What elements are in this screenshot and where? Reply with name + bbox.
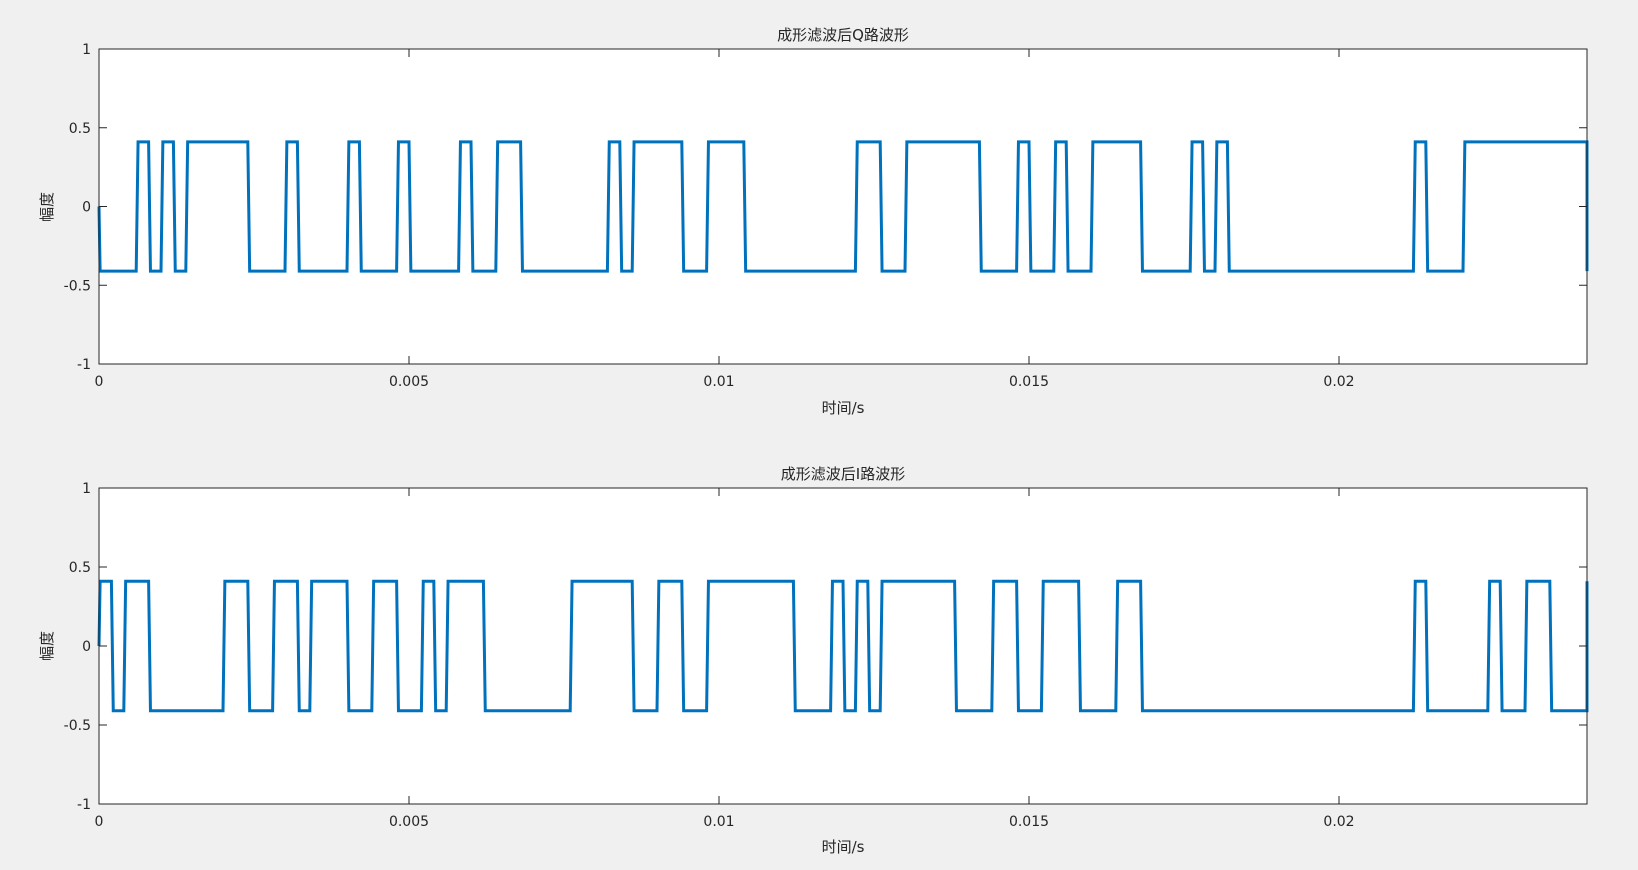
y-tick-label: 0	[82, 200, 91, 216]
x-axis-label: 时间/s	[822, 399, 865, 417]
y-tick-label: 0.5	[69, 121, 91, 137]
x-axis-label: 时间/s	[822, 838, 865, 856]
x-tick-label: 0.005	[389, 814, 429, 830]
y-tick-label: -0.5	[64, 718, 91, 734]
x-tick-label: 0.02	[1323, 814, 1354, 830]
figure: 成形滤波后Q路波形 时间/s 幅度 0 0.005 0.01 0.015 0.02 -1 -…	[38, 26, 1589, 856]
chart-title: 成形滤波后Q路波形	[777, 26, 909, 44]
y-tick-label: -1	[77, 357, 91, 373]
x-tick-label: 0.01	[703, 374, 734, 390]
subplot-q: 成形滤波后Q路波形 时间/s 幅度 0 0.005 0.01 0.015 0.02 -1 -…	[38, 26, 1589, 417]
y-axis-label: 幅度	[38, 631, 56, 661]
x-tick-label: 0.015	[1009, 814, 1049, 830]
y-tick-label: 0.5	[69, 560, 91, 576]
x-tick-label: 0.015	[1009, 374, 1049, 390]
y-tick-label: 1	[82, 42, 91, 58]
x-tick-label: 0	[95, 374, 104, 390]
x-tick-label: 0.005	[389, 374, 429, 390]
chart-title: 成形滤波后I路波形	[781, 465, 905, 483]
x-tick-label: 0	[95, 814, 104, 830]
axes-background	[99, 49, 1587, 364]
y-axis-label: 幅度	[38, 192, 56, 222]
y-tick-label: 1	[82, 481, 91, 497]
x-tick-label: 0.02	[1323, 374, 1354, 390]
y-tick-label: -0.5	[64, 278, 91, 294]
subplot-i: 成形滤波后I路波形 时间/s 幅度 0 0.005 0.01 0.015 0.02 -1 -…	[38, 465, 1589, 856]
y-tick-label: 0	[82, 639, 91, 655]
x-tick-label: 0.01	[703, 814, 734, 830]
y-tick-label: -1	[77, 797, 91, 813]
